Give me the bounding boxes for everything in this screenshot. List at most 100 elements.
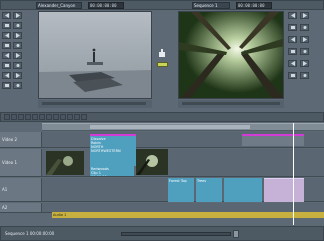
arrow-left-icon bbox=[290, 61, 295, 66]
square-icon bbox=[4, 64, 9, 67]
dot-icon bbox=[303, 74, 306, 77]
dot-icon bbox=[16, 64, 19, 67]
tool-button-9[interactable] bbox=[2, 52, 11, 59]
timeline-tool-9[interactable] bbox=[60, 114, 66, 120]
playhead-line[interactable] bbox=[293, 123, 294, 225]
tool-button-7[interactable] bbox=[2, 42, 11, 49]
track-a1-label: A1 bbox=[2, 187, 8, 192]
timeline-tool-5[interactable] bbox=[32, 114, 38, 120]
timeline-tool-10[interactable] bbox=[67, 114, 73, 120]
track-v2-label: Video 2 bbox=[2, 137, 18, 142]
source-position-scrubber[interactable] bbox=[42, 102, 146, 105]
timeline-tool-8[interactable] bbox=[53, 114, 59, 120]
right-tool-button-8[interactable] bbox=[300, 48, 309, 55]
right-tool-button-11[interactable] bbox=[288, 72, 297, 79]
clip-a1-e[interactable] bbox=[264, 178, 304, 202]
timeline-tool-11[interactable] bbox=[74, 114, 80, 120]
timeline-tool-6[interactable] bbox=[39, 114, 45, 120]
dot-icon bbox=[303, 50, 306, 53]
clip-a1-d[interactable] bbox=[224, 178, 262, 202]
track-a2-label: A2 bbox=[2, 205, 8, 210]
dot-icon bbox=[16, 84, 19, 87]
timeline-tool-3[interactable] bbox=[18, 114, 24, 120]
square-icon bbox=[4, 44, 9, 47]
tool-button-16[interactable] bbox=[13, 82, 22, 89]
right-tool-button-6[interactable] bbox=[300, 36, 309, 43]
tool-button-2[interactable] bbox=[13, 12, 22, 19]
timeline-tool-7[interactable] bbox=[46, 114, 52, 120]
tool-button-13[interactable] bbox=[2, 72, 11, 79]
dot-icon bbox=[303, 26, 306, 29]
right-tool-button-12[interactable] bbox=[300, 72, 309, 79]
clip-v1-title-text: Redwoods Clip 1 00:00:00 bbox=[91, 167, 109, 176]
source-clip-dropdown[interactable]: Alexander_Canyon bbox=[36, 2, 82, 9]
timeline-tool-2[interactable] bbox=[11, 114, 17, 120]
track-a2-header[interactable]: A2 bbox=[0, 203, 42, 212]
tool-button-10[interactable] bbox=[13, 52, 22, 59]
clip-v1-thumb-b[interactable] bbox=[136, 149, 168, 175]
arrow-right-icon bbox=[302, 61, 307, 66]
arrow-right-icon bbox=[15, 73, 20, 78]
tool-button-15[interactable] bbox=[2, 82, 11, 89]
source-monitor-image bbox=[39, 12, 151, 98]
clip-a1-b[interactable]: Forest Top bbox=[168, 178, 194, 202]
right-tool-button-3[interactable] bbox=[288, 24, 297, 31]
arrow-left-icon bbox=[4, 13, 9, 18]
clip-thumbnail bbox=[46, 151, 84, 175]
clip-v2-right[interactable] bbox=[242, 134, 304, 146]
record-monitor[interactable] bbox=[178, 11, 284, 99]
timeline-tool-4[interactable] bbox=[25, 114, 31, 120]
status-text: Sequence 1 00:00:00:00 bbox=[5, 231, 55, 236]
square-icon bbox=[290, 50, 295, 53]
record-sequence-dropdown[interactable]: Sequence 1 bbox=[192, 2, 230, 9]
tool-button-12[interactable] bbox=[13, 62, 22, 69]
tool-button-5[interactable] bbox=[2, 32, 11, 39]
tool-button-1[interactable] bbox=[2, 12, 11, 19]
arrow-left-icon bbox=[4, 53, 9, 58]
clip-a1-c[interactable]: Trees bbox=[196, 178, 222, 202]
source-monitor[interactable] bbox=[38, 11, 152, 99]
clip-audio[interactable]: Audio 1 bbox=[52, 212, 324, 218]
right-tool-button-7[interactable] bbox=[288, 48, 297, 55]
timeline-tool-1[interactable] bbox=[4, 114, 10, 120]
clip-a1-c-text: Trees bbox=[197, 179, 207, 183]
square-icon bbox=[290, 74, 295, 77]
track-a1-header[interactable]: A1 bbox=[0, 178, 42, 201]
center-controls bbox=[154, 44, 174, 74]
right-tool-button-4[interactable] bbox=[300, 24, 309, 31]
hand-icon[interactable] bbox=[157, 48, 167, 58]
record-monitor-image bbox=[179, 12, 283, 98]
record-position-scrubber[interactable] bbox=[182, 102, 280, 105]
arrow-right-icon bbox=[15, 53, 20, 58]
arrow-left-icon bbox=[4, 33, 9, 38]
right-tool-button-10[interactable] bbox=[300, 60, 309, 67]
bottom-status-bar: Sequence 1 00:00:00:00 bbox=[0, 226, 324, 241]
clip-v2-main[interactable]: Dissolve Robin NORTH NORTHWESTERN bbox=[90, 134, 136, 166]
arrow-right-icon bbox=[302, 37, 307, 42]
tool-button-14[interactable] bbox=[13, 72, 22, 79]
clip-thumbnail bbox=[136, 149, 168, 175]
tool-button-11[interactable] bbox=[2, 62, 11, 69]
tool-button-3[interactable] bbox=[2, 22, 11, 29]
tool-button-8[interactable] bbox=[13, 42, 22, 49]
timeline-tool-12[interactable] bbox=[81, 114, 87, 120]
tool-button-6[interactable] bbox=[13, 32, 22, 39]
clip-v1-thumb-a[interactable] bbox=[46, 151, 84, 175]
track-v1-header[interactable]: Video 1 bbox=[0, 149, 42, 176]
right-tool-button-9[interactable] bbox=[288, 60, 297, 67]
arrow-left-icon bbox=[290, 13, 295, 18]
right-tool-column bbox=[288, 12, 322, 108]
dot-icon bbox=[16, 44, 19, 47]
clip-v1-title[interactable]: Redwoods Clip 1 00:00:00 bbox=[90, 166, 134, 176]
left-tool-column bbox=[2, 12, 28, 108]
clip-audio-label: Audio 1 bbox=[53, 213, 67, 217]
right-tool-button-1[interactable] bbox=[288, 12, 297, 19]
zoom-slider-knob[interactable] bbox=[233, 230, 239, 238]
toggle-button[interactable] bbox=[157, 62, 168, 67]
arrow-left-icon bbox=[290, 37, 295, 42]
right-tool-button-2[interactable] bbox=[300, 12, 309, 19]
right-tool-button-5[interactable] bbox=[288, 36, 297, 43]
tool-button-4[interactable] bbox=[13, 22, 22, 29]
timeline-zoom-slider[interactable] bbox=[121, 232, 231, 236]
track-v2-header[interactable]: Video 2 bbox=[0, 132, 42, 147]
